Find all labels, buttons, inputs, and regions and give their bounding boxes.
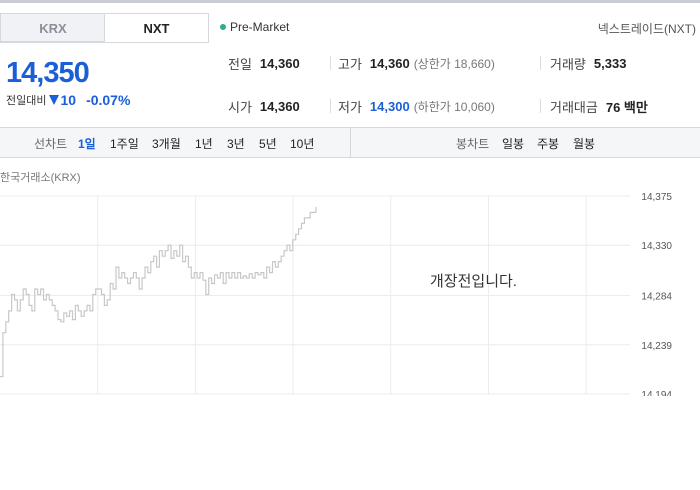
y-axis-ticks: 14,375 14,330 14,284 14,239 14,194 (641, 192, 672, 396)
venue-name: 넥스트레이드(NXT) (597, 22, 696, 36)
price-chart: 14,375 14,330 14,284 14,239 14,194 (0, 192, 672, 396)
pre-market-message: 개장전입니다. (430, 273, 517, 290)
period-3m[interactable]: 3개월 (152, 135, 181, 152)
info-volume: 거래량 5,333 (550, 54, 626, 73)
info-amount: 거래대금 76 백만 (550, 97, 648, 116)
separator (540, 56, 541, 70)
info-label: 전일 (228, 57, 252, 72)
period-5y[interactable]: 5년 (259, 135, 277, 152)
session-label: Pre-Market (230, 20, 290, 34)
price-series-line (0, 206, 317, 378)
separator (330, 56, 331, 70)
info-low: 저가 14,300 (하한가 10,060) (338, 97, 495, 116)
period-1d[interactable]: 1일 (78, 135, 96, 152)
info-sub: (상한가 18,660) (413, 57, 495, 71)
info-value: 14,360 (259, 56, 300, 71)
info-label: 고가 (338, 57, 362, 72)
info-value: 14,360 (369, 56, 410, 71)
toolbar-divider (350, 128, 351, 157)
y-tick-label: 14,284 (641, 292, 672, 303)
candle-monthly[interactable]: 월봉 (573, 135, 595, 152)
y-tick-label: 14,194 (641, 390, 672, 396)
y-tick-label: 14,239 (641, 341, 672, 352)
period-1w[interactable]: 1주일 (110, 135, 139, 152)
session-status: Pre-Market (220, 20, 289, 34)
current-price: 14,350 (6, 57, 90, 89)
separator (330, 99, 331, 113)
line-chart-label: 선차트 (34, 137, 68, 151)
info-label: 저가 (338, 100, 362, 115)
y-tick-label: 14,375 (641, 192, 672, 203)
period-3y[interactable]: 3년 (227, 135, 245, 152)
top-border (0, 0, 700, 3)
down-arrow-icon (49, 95, 60, 105)
info-prev-close: 전일 14,360 (228, 54, 300, 73)
change-percent: -0.07% (86, 92, 131, 108)
change-label: 전일대비 (6, 95, 47, 107)
price-change: 전일대비 10 -0.07% (6, 92, 130, 108)
info-open: 시가 14,360 (228, 97, 300, 116)
info-sub: (하한가 10,060) (413, 100, 495, 114)
info-label: 거래대금 (550, 100, 598, 115)
market-tabs: KRX NXT (0, 13, 209, 42)
separator (540, 99, 541, 113)
info-value: 5,333 (593, 56, 627, 71)
candle-chart-label: 봉차트 (456, 137, 490, 151)
period-1y[interactable]: 1년 (195, 135, 213, 152)
info-label: 거래량 (550, 57, 586, 72)
y-tick-label: 14,330 (641, 241, 672, 252)
info-value: 14,300 (369, 99, 410, 114)
status-dot-icon (220, 24, 226, 30)
period-10y[interactable]: 10년 (290, 135, 314, 152)
candle-daily[interactable]: 일봉 (502, 135, 524, 152)
info-high: 고가 14,360 (상한가 18,660) (338, 54, 495, 73)
candle-weekly[interactable]: 주봉 (537, 135, 559, 152)
chart-toolbar: 선차트 1일 1주일 3개월 1년 3년 5년 10년 봉차트 일봉 주봉 월봉 (0, 127, 700, 158)
tab-nxt[interactable]: NXT (104, 13, 209, 42)
info-value: 14,360 (259, 99, 300, 114)
tab-underline (0, 42, 209, 43)
tab-krx[interactable]: KRX (0, 13, 105, 42)
info-label: 시가 (228, 100, 252, 115)
info-value: 76 백만 (605, 100, 648, 115)
change-value: 10 (60, 92, 77, 108)
